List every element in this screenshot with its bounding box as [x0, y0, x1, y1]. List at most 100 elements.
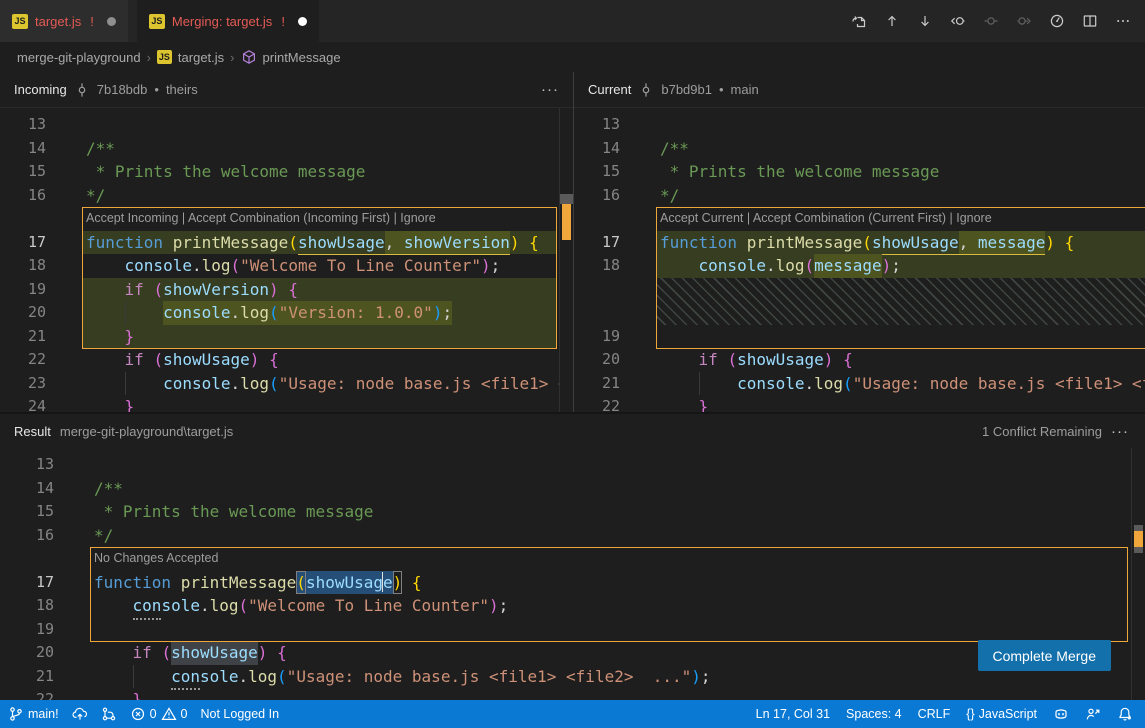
overview-ruler[interactable] — [1131, 448, 1145, 700]
code-line[interactable]: 17function printMessage(showUsage, showV… — [0, 231, 573, 255]
indentation-item[interactable]: Spaces: 4 — [846, 707, 902, 721]
open-changes-icon[interactable] — [847, 9, 871, 33]
more-actions-icon[interactable]: ··· — [1111, 423, 1129, 440]
modified-indicator-icon[interactable] — [107, 17, 116, 26]
code-line[interactable]: 13 — [0, 113, 573, 137]
incoming-pane-header: Incoming 7b18bdb • theirs ··· — [0, 72, 573, 108]
previous-change-icon[interactable] — [880, 9, 904, 33]
breadcrumb-file[interactable]: target.js — [178, 50, 224, 65]
line-number: 23 — [0, 372, 46, 396]
breadcrumb-symbol[interactable]: printMessage — [263, 50, 341, 65]
code-line[interactable]: Accept Current | Accept Combination (Cur… — [574, 207, 1145, 231]
problems-status-item[interactable]: 0 0 — [130, 706, 188, 722]
cursor-position: Ln 17, Col 31 — [756, 707, 830, 721]
complete-merge-button[interactable]: Complete Merge — [978, 640, 1112, 671]
breadcrumb-folder[interactable]: merge-git-playground — [17, 50, 141, 65]
conflict-marker — [562, 204, 571, 240]
ref-name: theirs — [166, 82, 198, 97]
language-mode-item[interactable]: {} JavaScript — [966, 707, 1037, 721]
current-editor[interactable]: 1314/**15 * Prints the welcome message16… — [574, 108, 1145, 412]
bullet-separator: • — [719, 82, 724, 97]
code-line[interactable]: 18 console.log("Welcome To Line Counter"… — [0, 254, 573, 278]
cursor-position-item[interactable]: Ln 17, Col 31 — [756, 707, 830, 721]
incoming-editor[interactable]: 1314/**15 * Prints the welcome message16… — [0, 108, 573, 412]
overview-ruler[interactable] — [559, 108, 573, 412]
code-line[interactable]: 19 — [0, 618, 1145, 642]
chevron-right-icon: › — [147, 50, 151, 65]
code-line[interactable]: 21 console.log("Usage: node base.js <fil… — [574, 372, 1145, 396]
feedback-icon — [1085, 706, 1101, 722]
code-line[interactable]: 21 } — [0, 325, 573, 349]
code-line[interactable]: 23 console.log("Usage: node base.js <fil… — [0, 372, 573, 396]
error-icon — [130, 706, 146, 722]
notifications-status-item[interactable] — [1117, 706, 1133, 722]
code-line[interactable]: 16*/ — [0, 184, 573, 208]
code-line[interactable]: 20 if (showUsage) { — [0, 641, 1145, 665]
line-number — [574, 207, 620, 231]
merge-editor-layout-icon[interactable] — [1045, 9, 1069, 33]
code-line[interactable]: 18 console.log(message); — [574, 254, 1145, 278]
code-line[interactable]: 22 if (showUsage) { — [0, 348, 573, 372]
code-line[interactable]: Accept Incoming | Accept Combination (In… — [0, 207, 573, 231]
conflict-action[interactable]: Ignore — [400, 211, 435, 225]
code-line[interactable]: 19 if (showVersion) { — [0, 278, 573, 302]
more-actions-icon[interactable]: ··· — [541, 81, 559, 98]
git-graph-icon — [101, 706, 117, 722]
code-line[interactable]: No Changes Accepted — [0, 547, 1145, 571]
line-number: 15 — [0, 160, 46, 184]
split-editor-icon[interactable] — [1078, 9, 1102, 33]
git-graph-button[interactable] — [101, 706, 117, 722]
account-status-item[interactable]: Not Logged In — [200, 707, 279, 721]
result-editor[interactable]: 1314/**15 * Prints the welcome message16… — [0, 448, 1145, 700]
line-number: 18 — [0, 594, 54, 618]
line-number: 15 — [574, 160, 620, 184]
git-commit-icon — [638, 82, 654, 98]
code-line[interactable]: 14/** — [0, 477, 1145, 501]
previous-conflict-icon[interactable] — [946, 9, 970, 33]
code-line[interactable]: 17function printMessage(showUsage) { — [0, 571, 1145, 595]
modified-indicator-icon[interactable] — [298, 17, 307, 26]
code-line[interactable]: 20 if (showUsage) { — [574, 348, 1145, 372]
code-line[interactable]: 18 console.log("Welcome To Line Counter"… — [0, 594, 1145, 618]
code-line[interactable]: 13 — [574, 113, 1145, 137]
line-number: 16 — [0, 184, 46, 208]
conflict-marker — [1134, 531, 1143, 547]
conflict-action[interactable]: Accept Current — [660, 211, 743, 225]
code-line[interactable]: 17function printMessage(showUsage, messa… — [574, 231, 1145, 255]
code-line[interactable]: 16*/ — [574, 184, 1145, 208]
tab-merging-target-js[interactable]: JS Merging: target.js ! — [137, 0, 319, 42]
conflict-action[interactable]: Accept Combination (Incoming First) — [188, 211, 390, 225]
incoming-pane: Incoming 7b18bdb • theirs ··· 1314/**15 … — [0, 72, 573, 412]
line-number: 20 — [0, 301, 46, 325]
publish-changes-button[interactable] — [72, 706, 88, 722]
next-conflict-icon[interactable] — [1012, 9, 1036, 33]
conflict-dot-icon[interactable] — [979, 9, 1003, 33]
code-line[interactable]: 20 console.log("Version: 1.0.0"); — [0, 301, 573, 325]
language-label: JavaScript — [979, 707, 1037, 721]
code-line[interactable]: 24 } — [0, 395, 573, 412]
next-change-icon[interactable] — [913, 9, 937, 33]
more-actions-icon[interactable] — [1111, 9, 1135, 33]
tab-target-js[interactable]: JS target.js ! — [0, 0, 128, 42]
conflict-action[interactable]: Ignore — [956, 211, 991, 225]
code-line[interactable]: 15 * Prints the welcome message — [574, 160, 1145, 184]
code-line[interactable]: 15 * Prints the welcome message — [0, 160, 573, 184]
deleted-lines-hatch[interactable] — [574, 278, 1145, 325]
code-line[interactable]: 13 — [0, 453, 1145, 477]
eol-item[interactable]: CRLF — [918, 707, 951, 721]
code-line[interactable]: 14/** — [574, 137, 1145, 161]
code-line[interactable]: 14/** — [0, 137, 573, 161]
branch-status-item[interactable]: main! — [8, 706, 59, 722]
conflict-action[interactable]: Accept Combination (Current First) — [753, 211, 946, 225]
current-pane: Current b7bd9b1 • main ··· 1314/**15 * P… — [574, 72, 1145, 412]
commit-hash: b7bd9b1 — [661, 82, 712, 97]
code-line[interactable]: 15 * Prints the welcome message — [0, 500, 1145, 524]
code-line[interactable]: 19 — [574, 325, 1145, 349]
code-line[interactable]: 16*/ — [0, 524, 1145, 548]
line-number: 15 — [0, 500, 54, 524]
feedback-status-item[interactable] — [1085, 706, 1101, 722]
code-line[interactable]: 22 } — [574, 395, 1145, 412]
code-line[interactable]: 21 console.log("Usage: node base.js <fil… — [0, 665, 1145, 689]
conflict-action[interactable]: Accept Incoming — [86, 211, 178, 225]
copilot-status-item[interactable] — [1053, 706, 1069, 722]
